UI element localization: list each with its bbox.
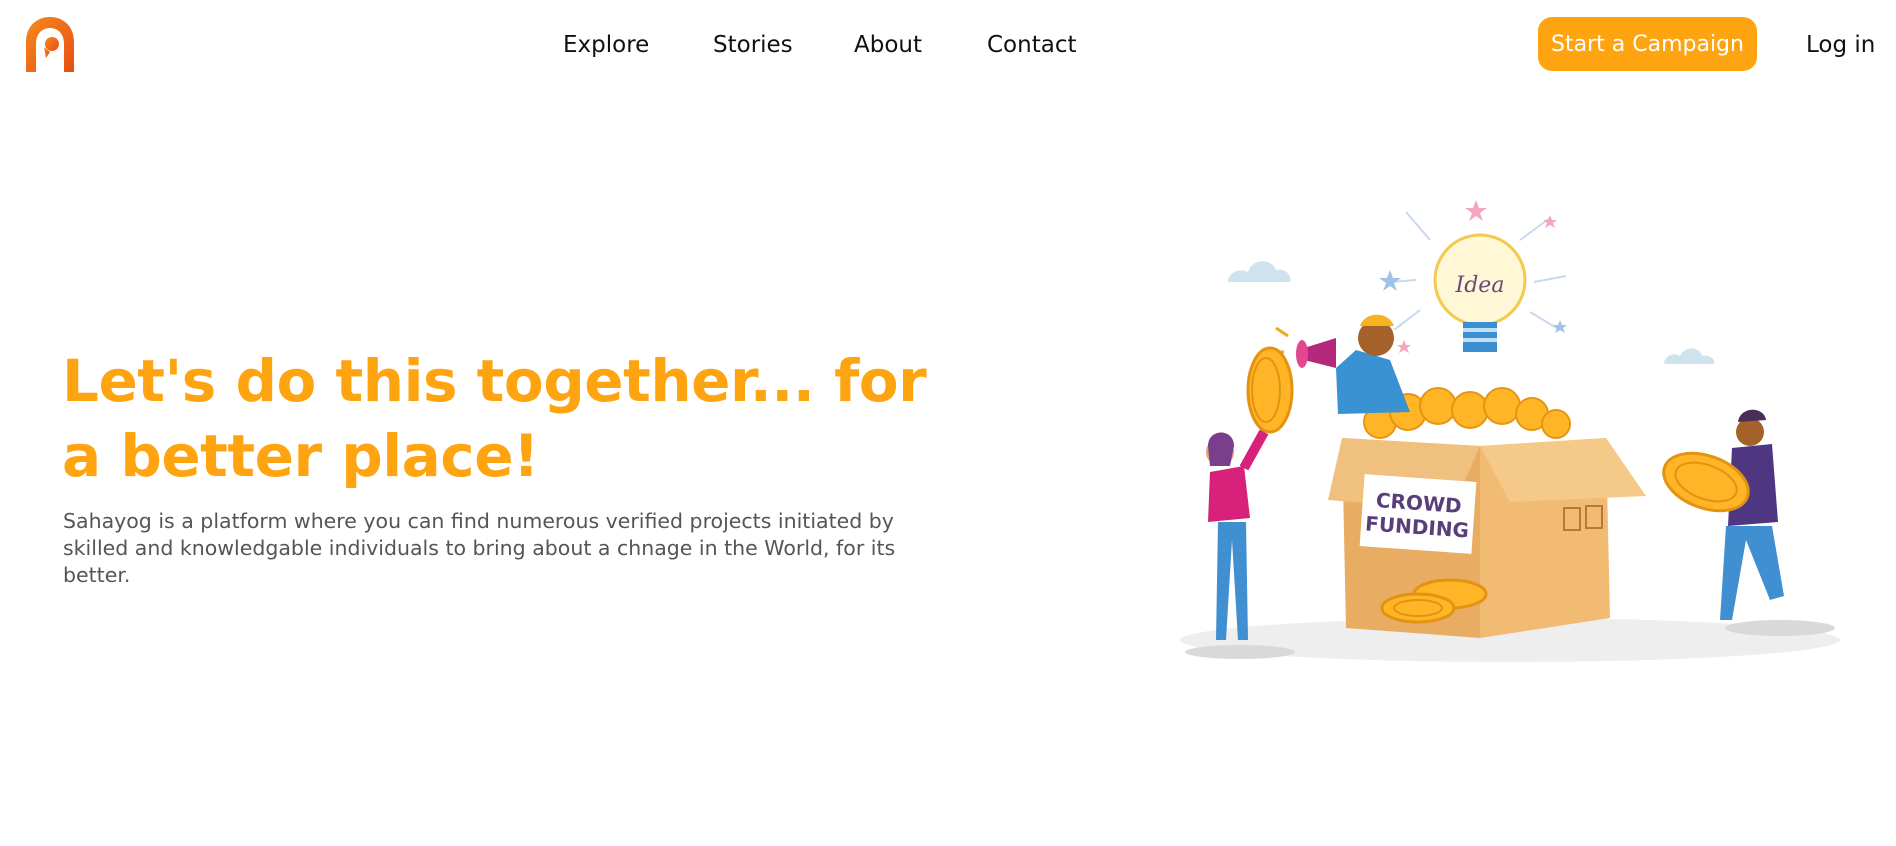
nav-contact-link[interactable]: Contact <box>987 27 1076 63</box>
hero-description: Sahayog is a platform where you can find… <box>63 509 896 587</box>
svg-text:Idea: Idea <box>1455 273 1505 298</box>
start-campaign-button[interactable]: Start a Campaign <box>1538 17 1757 71</box>
hero-title: Let's do this together... for a better p… <box>62 347 927 490</box>
navbar: Explore Stories About Contact Start a Ca… <box>0 0 1896 92</box>
nav-about-link[interactable]: About <box>854 27 922 63</box>
login-link[interactable]: Log in <box>1806 27 1875 63</box>
crowdfunding-illustration: Idea CROWD FUNDING <box>1180 200 1840 662</box>
nav-explore-link[interactable]: Explore <box>563 27 649 63</box>
nav-stories-link[interactable]: Stories <box>713 27 793 63</box>
